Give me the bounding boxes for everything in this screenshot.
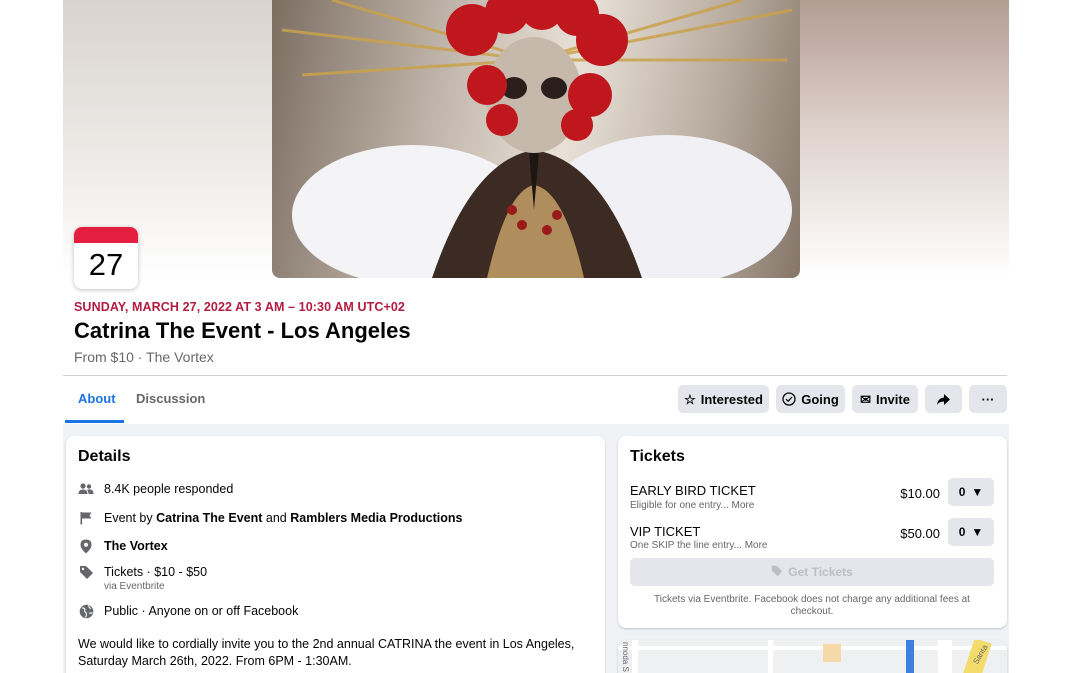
caret-down-icon: ▼ [971,485,984,499]
caret-down-icon: ▼ [971,525,984,539]
detail-host: Event by Catrina The Event and Ramblers … [78,511,463,525]
ticket-price-vip: $50.00 [900,526,940,541]
people-icon [78,482,94,496]
host-prefix: Event by [104,511,153,525]
privacy-text: Public · Anyone on or off Facebook [104,604,299,618]
qty-value: 0 [958,485,966,499]
event-title: Catrina The Event - Los Angeles [74,318,411,343]
envelope-icon: ✉ [860,391,871,407]
ticket-name-vip: VIP TICKET [630,524,701,539]
detail-responded: 8.4K people responded [78,482,233,496]
tickets-heading: Tickets [630,448,685,465]
get-tickets-button[interactable]: Get Tickets [630,558,994,586]
tab-discussion[interactable]: Discussion [136,391,205,406]
ticket-note-vip[interactable]: One SKIP the line entry... More [630,540,767,551]
more-icon: ··· [981,391,995,407]
ticket-icon [78,565,94,580]
cover-blur-right [800,0,1009,278]
ticket-icon [771,565,783,580]
flag-icon [78,511,94,525]
header-divider [63,375,1007,376]
tickets-info: Tickets · $10 - $50 via Eventbrite [104,565,207,592]
ticket-qty-early-bird[interactable]: 0 ▼ [948,478,994,506]
details-heading: Details [78,448,131,465]
interested-label: Interested [700,391,763,407]
cover-photo[interactable] [272,0,800,278]
details-card: Details 8.4K people responded Event by C… [66,436,605,673]
ticket-qty-vip[interactable]: 0 ▼ [948,518,994,546]
date-badge: 27 [74,227,138,289]
tab-about[interactable]: About [78,391,116,406]
tickets-via: via Eventbrite [104,581,165,592]
invite-button[interactable]: ✉ Invite [852,385,918,413]
host-link-2[interactable]: Ramblers Media Productions [290,511,462,525]
more-options-button[interactable]: ··· [969,385,1007,413]
detail-location: The Vortex [78,539,168,554]
date-badge-day: 27 [88,247,124,282]
check-circle-icon [782,392,796,406]
cover-area [63,0,1009,278]
detail-privacy: Public · Anyone on or off Facebook [78,604,298,619]
going-button[interactable]: Going [776,385,845,413]
event-date: SUNDAY, MARCH 27, 2022 AT 3 AM – 10:30 A… [74,300,405,314]
tickets-card: Tickets EARLY BIRD TICKET Eligible for o… [618,436,1007,628]
date-badge-band [74,227,138,243]
invite-label: Invite [875,391,910,407]
ticket-note-early-bird[interactable]: Eligible for one entry... More [630,500,754,511]
tab-active-indicator [65,420,124,423]
host-line: Event by Catrina The Event and Ramblers … [104,511,463,525]
going-label: Going [801,391,839,407]
host-link-1[interactable]: Catrina The Event [156,511,262,525]
location-link[interactable]: The Vortex [104,539,168,553]
host-and: and [265,511,287,525]
ticket-price-early-bird: $10.00 [900,486,940,501]
event-description: We would like to cordially invite you to… [78,637,575,668]
get-tickets-label: Get Tickets [788,565,853,579]
share-icon [936,393,951,406]
tickets-footer-note: Tickets via Eventbrite. Facebook does no… [654,594,970,617]
responded-text: 8.4K people responded [104,482,234,496]
qty-value: 0 [958,525,966,539]
tickets-line: Tickets · $10 - $50 [104,565,208,579]
ticket-name-early-bird: EARLY BIRD TICKET [630,483,756,498]
share-button[interactable] [925,385,962,413]
location-pin-icon [78,539,94,554]
interested-button[interactable]: ☆ Interested [678,385,769,413]
star-icon: ☆ [684,391,696,407]
cover-photo-illustration [281,0,793,278]
map-preview[interactable]: nnoda S Santa [618,640,1007,673]
globe-icon [78,604,94,619]
detail-tickets: Tickets · $10 - $50 via Eventbrite [78,565,207,592]
map-illustration [618,640,1007,673]
map-street-label: nnoda S [621,642,630,672]
event-subtitle: From $10 · The Vortex [74,349,214,365]
